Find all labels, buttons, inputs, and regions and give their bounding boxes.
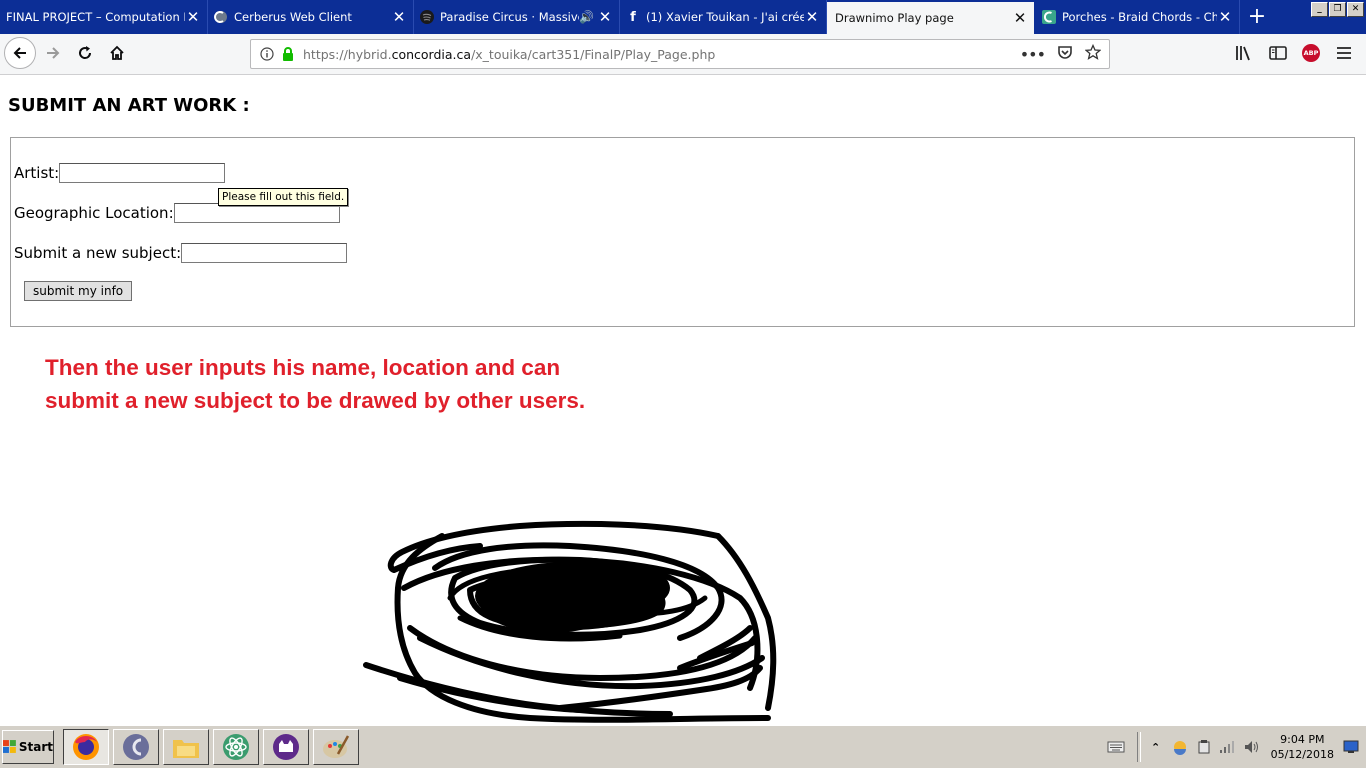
- firefox-icon: [73, 734, 99, 760]
- artist-input[interactable]: [59, 163, 226, 183]
- home-icon: [110, 45, 124, 60]
- tab-title: Paradise Circus · Massive A: [440, 10, 579, 24]
- tab-facebook[interactable]: f (1) Xavier Touikan - J'ai créer u ✕: [620, 0, 827, 34]
- url-path: /x_touika/cart351/FinalP/Play_Page.php: [471, 46, 716, 62]
- tab-strip: FINAL PROJECT – Computation Lab ✕ Cerber…: [0, 0, 1366, 34]
- artist-row: Artist:: [14, 163, 226, 183]
- taskbar-gitkraken[interactable]: [263, 729, 309, 765]
- close-icon[interactable]: ✕: [1012, 10, 1028, 26]
- show-desktop-icon[interactable]: [1342, 738, 1360, 756]
- subject-row: Submit a new subject:: [14, 243, 348, 263]
- location-label: Geographic Location:: [14, 204, 174, 222]
- network-signal-icon[interactable]: [1219, 738, 1237, 756]
- cerberus-icon: [214, 10, 228, 24]
- windows-logo-icon: [3, 740, 16, 753]
- tab-cerberus[interactable]: Cerberus Web Client ✕: [208, 0, 414, 34]
- home-button[interactable]: [102, 38, 132, 68]
- scribble-drawing: [363, 520, 777, 723]
- clock[interactable]: 9:04 PM 05/12/2018: [1271, 732, 1334, 762]
- taskbar-explorer[interactable]: [163, 729, 209, 765]
- start-button[interactable]: Start: [2, 730, 54, 764]
- close-icon[interactable]: ✕: [804, 9, 820, 25]
- taskbar-firefox[interactable]: [63, 729, 109, 765]
- close-window-icon[interactable]: ✕: [1347, 2, 1364, 17]
- subject-label: Submit a new subject:: [14, 244, 182, 262]
- back-button[interactable]: [4, 37, 36, 69]
- taskbar: Start ⌃ 9:04 PM 05/12/2018: [0, 725, 1366, 768]
- artist-label: Artist:: [14, 164, 60, 182]
- lock-icon[interactable]: [281, 46, 295, 62]
- library-icon[interactable]: [1234, 43, 1254, 63]
- back-arrow-icon: [13, 47, 26, 59]
- tray-separator: [1136, 732, 1141, 762]
- spotify-icon: [420, 10, 434, 24]
- validation-tooltip: Please fill out this field.: [218, 188, 349, 206]
- speaker-icon[interactable]: 🔊: [579, 10, 595, 24]
- close-icon[interactable]: ✕: [391, 9, 407, 25]
- url-bar[interactable]: https://hybrid.concordia.ca/x_touika/car…: [250, 39, 1110, 69]
- explorer-icon: [173, 740, 199, 758]
- close-icon[interactable]: ✕: [185, 9, 201, 25]
- location-input[interactable]: [173, 203, 340, 223]
- bookmark-star-icon[interactable]: [1084, 43, 1102, 64]
- tab-drawnimo[interactable]: Drawnimo Play page ✕: [827, 2, 1034, 34]
- reload-button[interactable]: [70, 38, 100, 68]
- tab-spotify[interactable]: Paradise Circus · Massive A 🔊 ✕: [414, 0, 620, 34]
- page-content: SUBMIT AN ART WORK : Artist: Geographic …: [0, 75, 1366, 725]
- adblock-icon[interactable]: ABP: [1302, 44, 1320, 62]
- tab-title: FINAL PROJECT – Computation Lab: [6, 10, 185, 24]
- menu-icon[interactable]: [1334, 43, 1354, 63]
- new-tab-button[interactable]: +: [1243, 4, 1271, 30]
- tab-title: Drawnimo Play page: [835, 11, 954, 25]
- weather-icon[interactable]: [1171, 738, 1189, 756]
- minimize-icon[interactable]: _: [1311, 2, 1328, 17]
- info-icon[interactable]: [259, 46, 275, 62]
- gitkraken-icon: [273, 734, 299, 760]
- page-title: SUBMIT AN ART WORK :: [8, 95, 250, 116]
- annotation-text: Then the user inputs his name, location …: [45, 355, 586, 413]
- keyboard-icon[interactable]: [1107, 738, 1125, 756]
- tab-title: Porches - Braid Chords - Chord: [1062, 10, 1217, 24]
- tab-final-project[interactable]: FINAL PROJECT – Computation Lab ✕: [0, 0, 208, 34]
- forward-arrow-icon: [47, 47, 60, 59]
- torrent-icon: [123, 734, 149, 760]
- device-icon[interactable]: [1195, 738, 1213, 756]
- pocket-icon[interactable]: [1057, 44, 1073, 64]
- close-icon[interactable]: ✕: [1217, 9, 1233, 25]
- location-row: Geographic Location:: [14, 203, 340, 223]
- subject-input[interactable]: [181, 243, 348, 263]
- page-actions-icon[interactable]: •••: [1020, 45, 1046, 64]
- reload-icon: [79, 46, 92, 59]
- facebook-icon: f: [630, 9, 636, 25]
- chords-icon: [1042, 10, 1056, 24]
- chevron-up-icon[interactable]: ⌃: [1147, 738, 1165, 756]
- url-domain: concordia.ca: [391, 46, 472, 62]
- taskbar-paint[interactable]: [313, 729, 359, 765]
- url-text[interactable]: https://hybrid.concordia.ca/x_touika/car…: [303, 47, 1020, 62]
- forward-button[interactable]: [38, 38, 68, 68]
- paint-icon: [323, 735, 350, 758]
- start-label: Start: [18, 740, 53, 754]
- taskbar-atom[interactable]: [213, 729, 259, 765]
- navigation-bar: https://hybrid.concordia.ca/x_touika/car…: [0, 34, 1366, 75]
- sidebar-icon[interactable]: [1268, 43, 1288, 63]
- tab-chords[interactable]: Porches - Braid Chords - Chord ✕: [1036, 0, 1240, 34]
- close-icon[interactable]: ✕: [597, 9, 613, 25]
- tab-title: (1) Xavier Touikan - J'ai créer u: [646, 10, 804, 24]
- submit-button[interactable]: submit my info: [24, 281, 133, 301]
- url-prefix: https://hybrid.: [303, 46, 392, 62]
- restore-icon[interactable]: ❐: [1329, 2, 1346, 17]
- clock-date: 05/12/2018: [1270, 748, 1334, 761]
- atom-icon: [223, 734, 249, 760]
- clock-time: 9:04 PM: [1280, 733, 1325, 746]
- tab-title: Cerberus Web Client: [234, 10, 352, 24]
- volume-icon[interactable]: [1243, 738, 1261, 756]
- taskbar-torrent[interactable]: [113, 729, 159, 765]
- system-tray: ⌃ 9:04 PM 05/12/2018: [1107, 728, 1366, 766]
- window-controls: _ ❐ ✕: [1311, 2, 1364, 17]
